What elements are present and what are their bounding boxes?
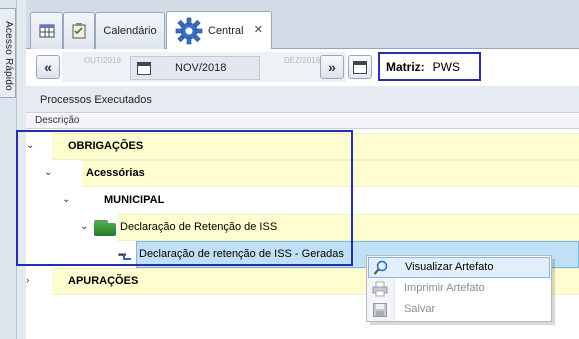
close-icon[interactable]: ✕ [254,23,263,36]
tree-row-label: Acessórias [86,167,145,179]
magnifier-icon [373,260,388,275]
printer-icon [372,281,388,297]
group-header-title: Processos Executados [40,94,152,106]
tab-label: Calendário [103,25,157,37]
chevron-down-icon[interactable]: ⌄ [62,194,70,205]
generated-document-icon: ••• [116,246,132,262]
menu-item-imprimir-artefato[interactable]: Imprimir Artefato [368,279,550,300]
gear-icon [175,17,203,44]
tree-row[interactable]: ⌄ Acessórias [26,160,579,187]
menu-item-label: Salvar [404,303,436,315]
tree-row-label: APURAÇÕES [68,275,139,287]
matriz-indicator: Matriz: PWS [378,52,481,81]
calendar-icon [353,60,367,74]
tree-row[interactable]: ⌄ Declaração de Retenção de ISS [26,214,579,241]
matriz-value: PWS [432,59,461,74]
tab-grid[interactable] [30,12,63,49]
tree-row-label: Declaração de retenção de ISS - Geradas [139,248,344,260]
chevron-down-icon[interactable]: ⌄ [80,221,88,232]
calendar-icon [137,62,151,75]
checklist-icon [72,23,86,39]
tree-row-label: OBRIGAÇÕES [68,140,144,152]
tab-central[interactable]: Central ✕ [166,11,272,49]
group-panel: Processos Executados [26,86,579,113]
previous-month[interactable]: OUT/2018 [84,56,121,65]
quick-access-tab[interactable]: Acesso Rápido [0,8,16,98]
menu-item-label: Imprimir Artefato [404,282,485,294]
splitter [17,0,26,339]
context-menu: Visualizar Artefato Imprimir Artefato Sa… [366,255,552,322]
menu-item-visualizar-artefato[interactable]: Visualizar Artefato [368,257,550,278]
next-month[interactable]: DEZ/2018 [284,56,320,65]
tree-row[interactable]: ⌄ OBRIGAÇÕES [26,133,579,160]
month-selector: OUT/2018 NOV/2018 DEZ/2018 [62,52,346,82]
grid-icon [39,24,54,38]
current-month: NOV/2018 [175,62,227,74]
tab-checklist[interactable] [63,12,95,49]
chevron-right-icon[interactable]: › [26,275,29,286]
tab-calendario[interactable]: Calendário [95,12,165,49]
matriz-label: Matriz: [386,59,425,74]
calendar-button[interactable] [348,55,372,79]
column-header-descricao: Descrição [35,115,80,126]
chevron-down-icon[interactable]: ⌄ [44,167,52,178]
chevron-down-icon[interactable]: ⌄ [26,140,34,151]
tab-label: Central [208,24,244,37]
previous-period-button[interactable]: « [36,55,60,79]
menu-item-label: Visualizar Artefato [405,261,494,273]
next-period-button[interactable]: » [320,55,344,79]
quick-access-strip: Acesso Rápido [0,0,17,339]
quick-access-label: Acesso Rápido [3,21,14,91]
column-header[interactable]: Descrição [26,114,579,129]
folder-icon [94,218,116,236]
tree-row[interactable]: ⌄ MUNICIPAL [26,187,579,214]
tree-row-label: Declaração de Retenção de ISS [120,221,278,233]
period-toolbar: « OUT/2018 NOV/2018 DEZ/2018 » Matriz: P… [26,49,579,86]
tab-bar: Calendário Central ✕ [26,0,579,49]
menu-item-salvar[interactable]: Salvar [368,300,550,321]
floppy-icon [373,303,387,317]
tree-row-label: MUNICIPAL [104,194,165,206]
current-month-box[interactable]: NOV/2018 [130,56,260,80]
